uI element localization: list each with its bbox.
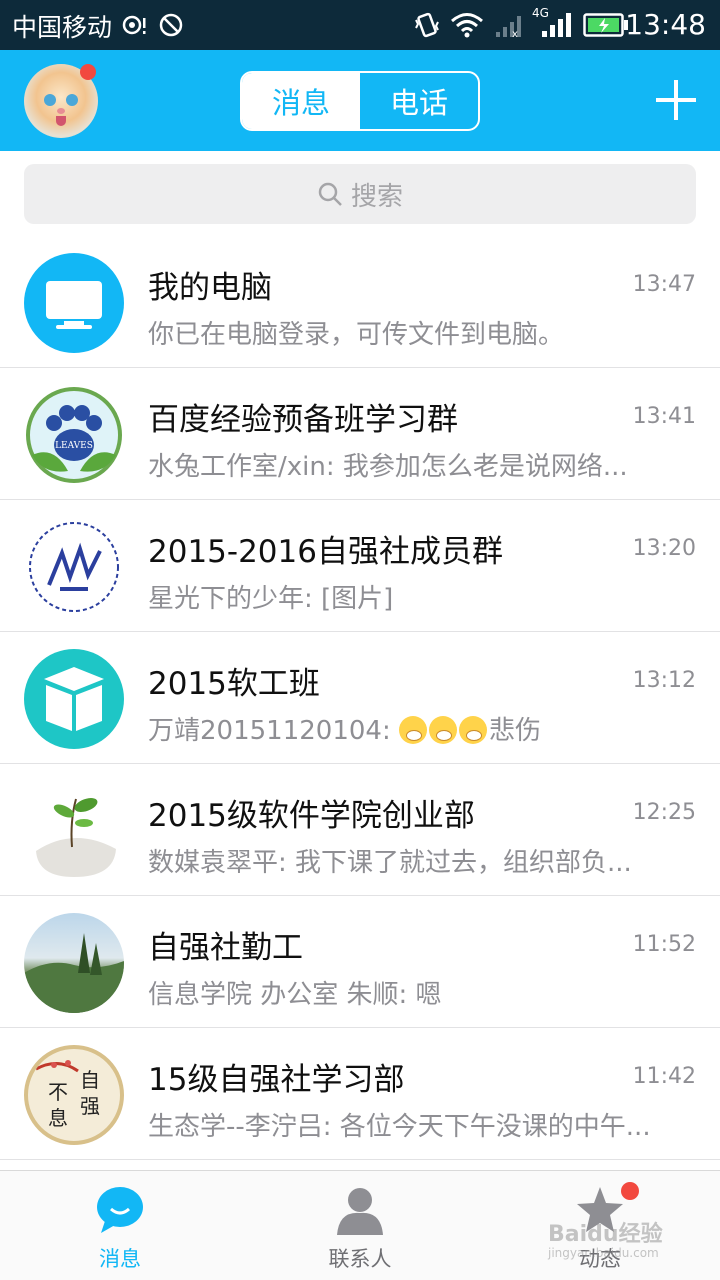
shocked-face-icon xyxy=(429,716,457,744)
signal-icon: x xyxy=(496,16,521,38)
notification-dot xyxy=(621,1182,639,1200)
conversation-row[interactable]: 2015-2016自强社成员群 13:20 星光下的少年: [图片] xyxy=(0,500,720,632)
conversation-time: 13:47 xyxy=(632,272,696,297)
svg-text:LEAVES: LEAVES xyxy=(55,441,93,451)
club-logo xyxy=(29,522,119,612)
status-bar: 中国移动 x 4G 13:48 xyxy=(0,0,720,50)
conversation-avatar xyxy=(24,913,124,1013)
plant-egg-photo xyxy=(36,798,116,877)
conversation-title: 2015级软件学院创业部 xyxy=(148,798,475,834)
conversation-preview: 水兔工作室/xin: 我参加怎么老是说网络... xyxy=(148,452,628,482)
svg-text:息: 息 xyxy=(48,1106,68,1130)
conversation-avatar xyxy=(24,781,124,881)
conversation-preview: 你已在电脑登录，可传文件到电脑。 xyxy=(148,320,565,350)
conversation-preview: 万靖20151120104: 悲伤 xyxy=(148,710,658,747)
search-placeholder: 搜索 xyxy=(350,181,403,212)
conversation-title: 2015软工班 xyxy=(148,666,320,702)
tab-label: 联系人 xyxy=(328,1247,392,1271)
carrier-name: 中国移动 xyxy=(12,13,113,42)
conversation-avatar: 不 自 息 强 xyxy=(24,1045,124,1145)
watermark: Baidu经验 jingyan.baidu.com xyxy=(548,1216,663,1260)
conversation-row[interactable]: 不 自 息 强 15级自强社学习部 11:42 生态学--李泞吕: 各位今天下午… xyxy=(0,1028,720,1160)
wifi-icon xyxy=(451,13,483,38)
book-icon xyxy=(44,667,104,731)
conversation-title: 自强社勤工 xyxy=(148,930,303,966)
svg-text:x: x xyxy=(512,29,518,38)
conversation-row[interactable]: 我的电脑 13:47 你已在电脑登录，可传文件到电脑。 xyxy=(0,236,720,368)
hd-voice-icon xyxy=(122,15,146,35)
conversation-row[interactable]: 2015软工班 13:12 万靖20151120104: 悲伤 xyxy=(0,632,720,764)
conversation-preview: 星光下的少年: [图片] xyxy=(148,584,394,614)
conversation-preview: 数媒袁翠平: 我下课了就过去，组织部负... xyxy=(148,848,632,878)
conversation-row[interactable]: 2015级软件学院创业部 12:25 数媒袁翠平: 我下课了就过去，组织部负..… xyxy=(0,764,720,896)
search-icon xyxy=(318,182,342,206)
avatar-eye xyxy=(44,94,56,106)
tab-contacts[interactable]: 联系人 xyxy=(270,1171,450,1280)
conversation-title: 2015-2016自强社成员群 xyxy=(148,534,503,570)
conversation-preview: 生态学--李泞吕: 各位今天下午没课的中午... xyxy=(148,1112,651,1142)
conversation-time: 13:20 xyxy=(632,536,696,561)
monitor-icon xyxy=(46,281,102,329)
shocked-face-icon xyxy=(459,716,487,744)
signal-4g-icon xyxy=(542,13,571,37)
notification-dot xyxy=(80,64,96,80)
calligraphy-image: 不 自 息 强 xyxy=(35,1060,100,1130)
tab-messages-bottom[interactable]: 消息 xyxy=(30,1171,210,1280)
conversation-time: 11:42 xyxy=(632,1064,696,1089)
conversation-title: 15级自强社学习部 xyxy=(148,1062,405,1098)
conversation-avatar xyxy=(24,649,124,749)
conversation-avatar: LEAVES xyxy=(24,385,124,485)
conversation-title: 百度经验预备班学习群 xyxy=(148,402,458,438)
vibrate-icon xyxy=(415,12,439,38)
conversation-preview: 信息学院 办公室 朱顺: 嗯 xyxy=(148,980,442,1010)
watermark-text: Baidu经验 xyxy=(548,1222,663,1247)
conversation-avatar xyxy=(24,517,124,617)
tab-messages[interactable]: 消息 xyxy=(242,73,360,129)
conversation-row[interactable]: LEAVES 百度经验预备班学习群 13:41 水兔工作室/xin: 我参加怎么… xyxy=(0,368,720,500)
conversation-time: 13:41 xyxy=(632,404,696,429)
app-header: 消息 电话 xyxy=(0,50,720,151)
conversation-title: 我的电脑 xyxy=(148,270,272,306)
svg-text:自: 自 xyxy=(80,1068,100,1092)
plus-icon[interactable] xyxy=(656,80,696,120)
conversation-time: 13:12 xyxy=(632,668,696,693)
svg-text:强: 强 xyxy=(80,1094,100,1118)
avatar-eye xyxy=(66,94,78,106)
tab-label: 消息 xyxy=(99,1247,141,1271)
search-bar[interactable]: 搜索 xyxy=(24,164,696,224)
battery-charging-icon xyxy=(583,13,628,37)
no-sim-icon xyxy=(159,13,183,37)
conversation-time: 12:25 xyxy=(632,800,696,825)
person-icon xyxy=(337,1188,383,1235)
preview-sender: 万靖20151120104: xyxy=(148,716,399,746)
clock: 13:48 xyxy=(625,8,706,41)
watermark-subtext: jingyan.baidu.com xyxy=(548,1246,659,1260)
conversation-row[interactable]: 自强社勤工 11:52 信息学院 办公室 朱顺: 嗯 xyxy=(0,896,720,1028)
conversation-list: 我的电脑 13:47 你已在电脑登录，可传文件到电脑。 LEAVES 百度经验预… xyxy=(0,236,720,1160)
message-phone-switch: 消息 电话 xyxy=(240,71,480,131)
tab-phone[interactable]: 电话 xyxy=(360,73,478,129)
chat-bubble-icon xyxy=(97,1187,143,1233)
preview-text: 悲伤 xyxy=(489,716,542,746)
svg-text:不: 不 xyxy=(48,1080,68,1104)
landscape-photo xyxy=(24,933,124,1013)
conversation-time: 11:52 xyxy=(632,932,696,957)
avatar-mouth xyxy=(56,116,66,126)
shocked-face-icon xyxy=(399,716,427,744)
conversation-avatar xyxy=(24,253,124,353)
paw-logo: LEAVES xyxy=(26,387,122,483)
avatar-nose xyxy=(57,108,65,114)
